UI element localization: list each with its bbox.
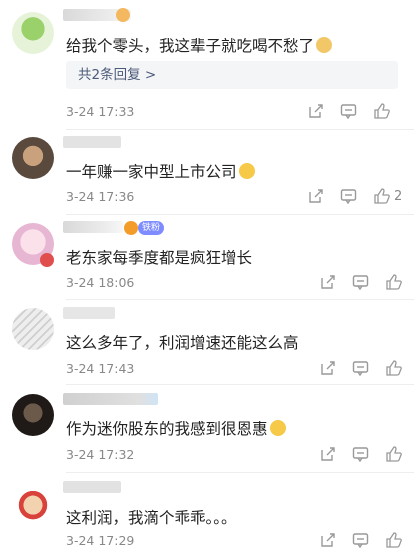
timestamp: 3-24 17:29 — [66, 533, 135, 548]
like-icon[interactable] — [385, 273, 403, 290]
comment-1: 给我个零头，我这辈子就吃喝不愁了 共2条回复 > 3-24 17:33 — [0, 0, 414, 130]
comment-text-content: 作为迷你股东的我感到很恩惠 — [66, 420, 268, 438]
like-icon[interactable] — [373, 187, 391, 204]
replies-link[interactable]: 共2条回复 > — [66, 61, 398, 89]
doge-emoji-icon — [316, 37, 333, 53]
comment-text-content: 一年赚一家中型上市公司 — [66, 163, 237, 181]
share-icon[interactable] — [308, 188, 326, 204]
comment-icon[interactable] — [352, 532, 370, 548]
username-blurred[interactable] — [63, 307, 115, 319]
comment-text: 作为迷你股东的我感到很恩惠 — [66, 417, 286, 439]
comment-text: 老东家每季度都是疯狂增长 — [66, 246, 252, 268]
timestamp: 3-24 18:06 — [66, 275, 135, 290]
share-icon[interactable] — [320, 446, 338, 462]
timestamp: 3-24 17:32 — [66, 447, 135, 462]
comment-text: 这么多年了，利润增速还能这么高 — [66, 331, 299, 353]
comment-3: 铁粉 老东家每季度都是疯狂增长 3-24 18:06 — [0, 215, 414, 300]
comment-icon[interactable] — [340, 103, 358, 119]
avatar[interactable] — [12, 394, 54, 436]
comment-icon[interactable] — [352, 360, 370, 376]
comment-text: 这利润，我滴个乖乖。。。 — [66, 506, 237, 528]
vip-badge-icon — [40, 253, 54, 267]
share-icon[interactable] — [308, 103, 326, 119]
comment-4: 这么多年了，利润增速还能这么高 3-24 17:43 — [0, 300, 414, 385]
timestamp: 3-24 17:36 — [66, 189, 135, 204]
username-blurred[interactable] — [63, 393, 158, 405]
comment-2: 一年赚一家中型上市公司 3-24 17:36 2 — [0, 130, 414, 215]
comment-text-content: 这么多年了，利润增速还能这么高 — [66, 334, 299, 352]
share-icon[interactable] — [320, 274, 338, 290]
comment-text-content: 老东家每季度都是疯狂增长 — [66, 249, 253, 267]
smirk-emoji-icon — [238, 163, 255, 179]
fan-level-icon — [124, 221, 138, 235]
share-icon[interactable] — [320, 532, 338, 548]
avatar[interactable] — [12, 308, 54, 350]
share-icon[interactable] — [320, 360, 338, 376]
fan-badge: 铁粉 — [138, 221, 165, 235]
comment-text: 给我个零头，我这辈子就吃喝不愁了 — [66, 34, 333, 56]
comment-text-content: 给我个零头，我这辈子就吃喝不愁了 — [66, 37, 315, 55]
comment-icon[interactable] — [352, 274, 370, 290]
avatar[interactable] — [12, 137, 54, 179]
username-blurred[interactable] — [63, 136, 121, 148]
avatar[interactable] — [12, 482, 54, 524]
timestamp: 3-24 17:33 — [66, 104, 135, 119]
medal-icon — [116, 8, 130, 22]
timestamp: 3-24 17:43 — [66, 361, 135, 376]
comment-icon[interactable] — [352, 446, 370, 462]
comment-6: 这利润，我滴个乖乖。。。 3-24 17:29 — [0, 473, 414, 548]
smile-emoji-icon — [269, 420, 286, 436]
comment-icon[interactable] — [340, 188, 358, 204]
comment-text: 一年赚一家中型上市公司 — [66, 160, 255, 182]
comment-5: 作为迷你股东的我感到很恩惠 3-24 17:32 — [0, 385, 414, 473]
like-icon[interactable] — [373, 102, 391, 119]
comment-text-content: 这利润，我滴个乖乖。。。 — [66, 509, 237, 527]
like-icon[interactable] — [385, 359, 403, 376]
replies-text: 共2条回复 > — [78, 67, 157, 83]
avatar[interactable] — [12, 12, 54, 54]
like-icon[interactable] — [385, 531, 403, 548]
username-blurred[interactable] — [63, 481, 121, 493]
like-icon[interactable] — [385, 445, 403, 462]
username-blurred[interactable] — [63, 221, 123, 233]
like-count: 2 — [394, 189, 403, 204]
